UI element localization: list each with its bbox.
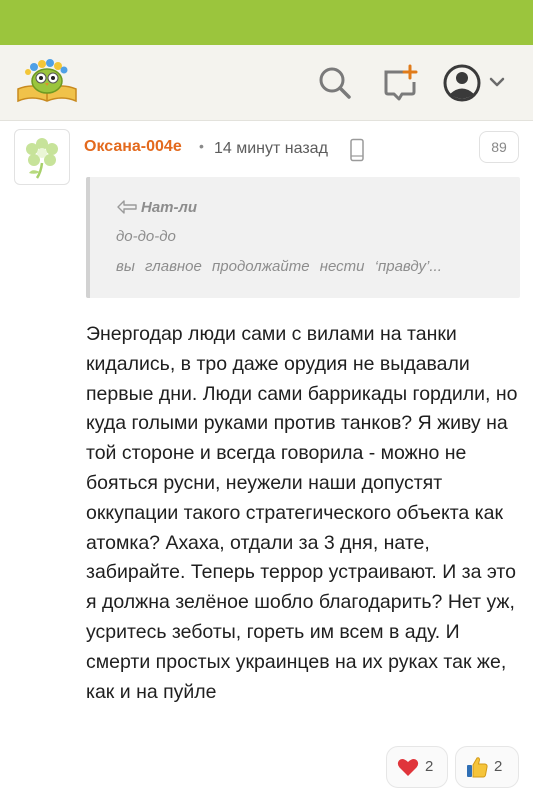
comment-item: Оксана-004е • 14 минут назад 89 Нат-ли д… (0, 121, 533, 800)
owl-on-book-logo[interactable] (14, 55, 80, 107)
reaction-count: 2 (494, 758, 503, 775)
comment-body: Энергодар люди сами с вилами на танки ки… (86, 323, 518, 703)
quote-author[interactable]: Нат-ли (141, 199, 197, 216)
thumbs-up-icon (467, 757, 488, 778)
top-accent-bar (0, 0, 533, 45)
like-reaction-button[interactable]: 2 (455, 746, 519, 788)
flower-avatar-image (26, 138, 58, 179)
separator-dot: • (199, 138, 204, 154)
app-header (0, 45, 533, 121)
compose-icon[interactable] (380, 63, 420, 103)
heart-icon (397, 759, 419, 776)
quote-reply-header: Нат-ли (116, 199, 197, 216)
reply-arrow-icon (117, 200, 137, 214)
heart-reaction-button[interactable]: 2 (386, 746, 448, 788)
comment-author[interactable]: Оксана-004е (84, 138, 182, 156)
comment-number-badge[interactable]: 89 (479, 131, 519, 163)
comment-time: 14 минут назад (214, 140, 328, 157)
quoted-reply[interactable]: Нат-ли до-до-до вы главное продолжайте н… (86, 177, 520, 298)
quote-text-line: вы главное продолжайте нести ‘правду’... (116, 258, 442, 275)
chevron-down-icon (489, 77, 505, 87)
account-icon[interactable] (442, 63, 512, 103)
avatar[interactable] (14, 129, 70, 185)
search-icon[interactable] (315, 63, 355, 103)
reaction-count: 2 (425, 758, 434, 775)
quote-text-line: до-до-до (116, 228, 176, 245)
phone-icon (347, 138, 367, 162)
